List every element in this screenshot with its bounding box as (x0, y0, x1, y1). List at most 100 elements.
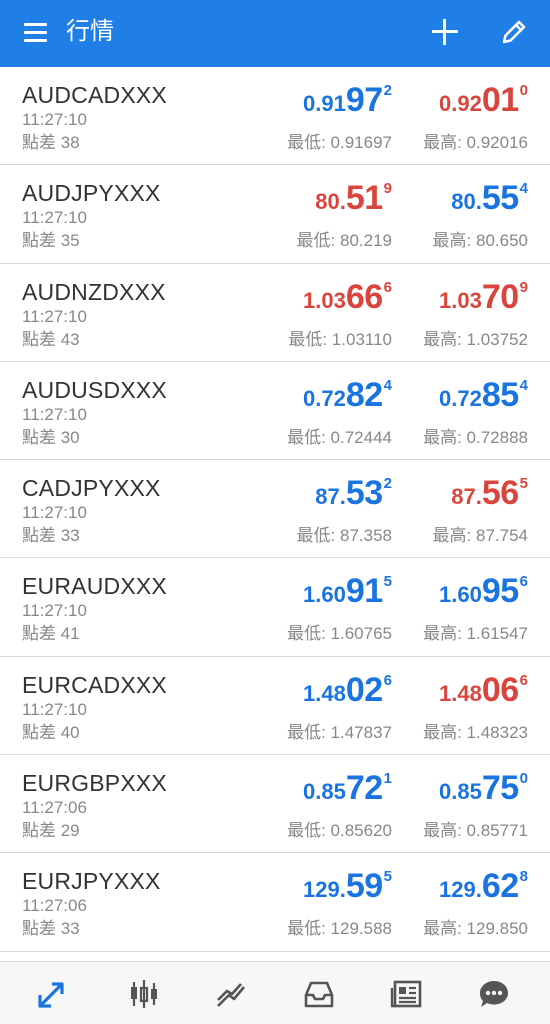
bid-price-prefix: 0.85 (303, 779, 346, 805)
ask-price-prefix: 87. (451, 484, 482, 510)
bid-price-fraction: 2 (383, 475, 392, 493)
ask-price-pips: 85 (481, 375, 519, 414)
ask-price[interactable]: 80.554 (451, 179, 528, 219)
ask-price-fraction: 9 (519, 278, 528, 296)
symbol-name: EURGBPXXX (22, 770, 167, 797)
low-price: 最低: 0.85620 (287, 821, 392, 841)
quote-time: 11:27:10 (22, 699, 87, 719)
spread-value: 點差 30 (22, 427, 80, 447)
quote-time: 11:27:10 (22, 208, 87, 228)
ask-price[interactable]: 1.48066 (439, 671, 528, 711)
ask-price-prefix: 0.85 (439, 779, 482, 805)
spread-value: 點差 33 (22, 919, 80, 939)
bid-price-pips: 82 (345, 375, 383, 414)
edit-pencil-icon[interactable] (498, 16, 530, 48)
ask-price-prefix: 1.60 (439, 582, 482, 608)
ask-price-pips: 62 (481, 867, 519, 906)
ask-price-pips: 06 (481, 670, 519, 709)
quote-row[interactable]: CADJPYXXX 11:27:10 點差 33 87.532 87.565 最低: 87… (0, 460, 550, 559)
ask-price-fraction: 6 (519, 573, 528, 591)
ask-price-pips: 75 (481, 769, 519, 808)
high-price: 最高: 1.48323 (423, 722, 528, 742)
ask-price[interactable]: 1.60956 (439, 572, 528, 612)
low-price: 最低: 1.60765 (287, 624, 392, 644)
symbol-name: CADJPYXXX (22, 475, 161, 502)
app-bar: 行情 (0, 0, 550, 67)
trade-trend-icon[interactable] (213, 976, 249, 1012)
spread-value: 點差 38 (22, 133, 80, 152)
symbol-name: AUDJPYXXX (22, 180, 161, 207)
bid-price-prefix: 80. (315, 189, 346, 215)
bid-price[interactable]: 1.03666 (303, 278, 392, 318)
chat-icon[interactable] (476, 976, 512, 1012)
quote-row[interactable]: EURAUDXXX 11:27:10 點差 41 1.60915 1.60956 最低: … (0, 558, 550, 657)
high-price: 最高: 129.850 (423, 919, 528, 939)
add-icon[interactable] (430, 17, 460, 47)
symbol-name: EURJPYXXX (22, 868, 161, 895)
ask-price-prefix: 1.03 (439, 287, 482, 313)
bottom-tab-bar (0, 961, 550, 1024)
high-price: 最高: 0.72888 (423, 427, 528, 447)
symbol-name: EURAUDXXX (22, 573, 167, 600)
ask-price-fraction: 4 (519, 376, 528, 394)
ask-price-prefix: 129. (439, 877, 482, 903)
bid-price[interactable]: 129.595 (303, 867, 392, 907)
bid-price[interactable]: 1.60915 (303, 572, 392, 612)
bid-price[interactable]: 87.532 (315, 474, 392, 514)
bid-price-fraction: 9 (383, 180, 392, 198)
low-price: 最低: 1.47837 (287, 722, 392, 742)
bid-price-pips: 66 (345, 277, 383, 316)
history-inbox-icon[interactable] (301, 976, 337, 1012)
bid-price-fraction: 2 (383, 82, 392, 99)
quote-list: AUDCADXXX 11:27:10 點差 38 0.91972 0.92010 最低: … (0, 67, 550, 952)
quote-time: 11:27:10 (22, 404, 87, 424)
quote-row[interactable]: AUDNZDXXX 11:27:10 點差 43 1.03666 1.03709 最低: … (0, 263, 550, 362)
bid-price-pips: 97 (345, 81, 383, 119)
bid-price-prefix: 129. (303, 877, 346, 903)
quote-row[interactable]: AUDUSDXXX 11:27:10 點差 30 0.72824 0.72854 最低: … (0, 361, 550, 461)
bid-price[interactable]: 0.72824 (303, 376, 392, 416)
bid-price-pips: 02 (345, 670, 383, 709)
menu-icon[interactable] (22, 20, 50, 46)
ask-price[interactable]: 0.92010 (439, 81, 528, 121)
ask-price[interactable]: 129.628 (439, 867, 528, 907)
ask-price-pips: 55 (481, 179, 519, 218)
ask-price[interactable]: 0.72854 (439, 376, 528, 416)
quote-row[interactable]: EURCADXXX 11:27:10 點差 40 1.48026 1.48066 最低: … (0, 656, 550, 756)
news-icon[interactable] (389, 976, 425, 1012)
bid-price[interactable]: 0.85721 (303, 769, 392, 809)
bid-price-fraction: 4 (383, 376, 392, 394)
quote-time: 11:27:06 (22, 896, 87, 916)
low-price: 最低: 1.03110 (288, 329, 392, 349)
symbol-name: AUDUSDXXX (22, 376, 167, 403)
quote-row[interactable]: AUDJPYXXX 11:27:10 點差 35 80.519 80.554 最低: 80… (0, 165, 550, 264)
bid-price-fraction: 5 (383, 573, 392, 591)
quote-time: 11:27:10 (22, 503, 87, 523)
quote-row[interactable]: AUDCADXXX 11:27:10 點差 38 0.91972 0.92010 最低: … (0, 67, 550, 166)
bid-price[interactable]: 0.91972 (303, 81, 392, 121)
ask-price-pips: 01 (481, 81, 519, 119)
quote-time: 11:27:10 (22, 110, 87, 129)
high-price: 最高: 80.650 (432, 231, 528, 251)
symbol-name: AUDCADXXX (22, 82, 167, 108)
ask-price[interactable]: 87.565 (451, 474, 528, 514)
ask-price-fraction: 4 (519, 180, 528, 198)
quote-row[interactable]: EURJPYXXX 11:27:06 點差 33 129.595 129.628 最低: … (0, 853, 550, 952)
ask-price[interactable]: 1.03709 (439, 278, 528, 318)
low-price: 最低: 129.588 (287, 919, 392, 939)
spread-value: 點差 40 (22, 722, 80, 742)
bid-price-pips: 72 (345, 769, 383, 808)
page-title: 行情 (66, 18, 114, 45)
candlestick-chart-icon[interactable] (126, 976, 162, 1012)
bid-price-fraction: 5 (383, 868, 392, 886)
bid-price[interactable]: 80.519 (315, 179, 392, 219)
spread-value: 點差 33 (22, 526, 80, 546)
ask-price-pips: 70 (481, 277, 519, 316)
ask-price[interactable]: 0.85750 (439, 769, 528, 809)
quotes-arrows-icon[interactable] (34, 976, 70, 1012)
ask-price-fraction: 0 (519, 770, 528, 788)
ask-price-prefix: 0.92 (439, 91, 482, 116)
quote-row[interactable]: EURGBPXXX 11:27:06 點差 29 0.85721 0.85750 最低: … (0, 755, 550, 854)
spread-value: 點差 41 (22, 624, 80, 644)
bid-price[interactable]: 1.48026 (303, 671, 392, 711)
